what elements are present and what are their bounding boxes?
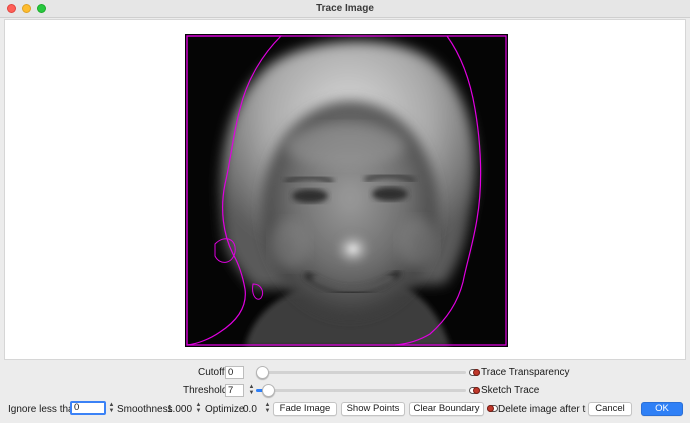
cancel-button[interactable]: Cancel [588, 402, 632, 416]
cutoff-slider-knob[interactable] [256, 366, 269, 379]
traced-portrait-image [185, 34, 508, 347]
delete-image-label: Delete image after trac [498, 404, 586, 415]
ok-button[interactable]: OK [641, 402, 683, 416]
ignore-less-than-stepper-icon[interactable]: ▲ ▼ [108, 402, 115, 415]
sketch-trace-toggle[interactable] [469, 387, 480, 394]
trace-controls-panel: Cutoff 0 Trace Transparency Threshold 7 … [0, 361, 690, 423]
smoothness-stepper-icon[interactable]: ▲ ▼ [195, 402, 202, 415]
toggle-knob-icon [473, 387, 480, 394]
toggle-knob-icon [473, 369, 480, 376]
show-points-button[interactable]: Show Points [341, 402, 405, 416]
toggle-knob-icon [487, 405, 494, 412]
title-bar[interactable]: Trace Image [0, 0, 690, 18]
optimize-stepper-icon[interactable]: ▲ ▼ [264, 402, 271, 415]
window-title: Trace Image [316, 3, 374, 14]
smoothness-label: Smoothness [117, 404, 173, 415]
threshold-field[interactable]: 7 [225, 384, 244, 397]
optimize-label: Optimize [205, 404, 245, 415]
ignore-less-than-label: Ignore less than [8, 404, 80, 415]
cutoff-label: Cutoff [198, 367, 225, 378]
clear-boundary-button[interactable]: Clear Boundary [409, 402, 484, 416]
threshold-slider[interactable] [256, 384, 466, 397]
threshold-slider-track [256, 389, 466, 392]
cutoff-field[interactable]: 0 [225, 366, 244, 379]
sketch-trace-label: Sketch Trace [481, 385, 540, 396]
cutoff-slider[interactable] [256, 366, 466, 379]
delete-image-toggle[interactable] [487, 405, 498, 412]
trace-transparency-label: Trace Transparency [481, 367, 570, 378]
smoothness-value[interactable]: 1.000 [167, 404, 192, 415]
fade-image-button[interactable]: Fade Image [273, 402, 337, 416]
threshold-slider-knob[interactable] [262, 384, 275, 397]
ignore-less-than-field[interactable]: 0 [70, 401, 106, 415]
trace-transparency-toggle[interactable] [469, 369, 480, 376]
optimize-value[interactable]: 0.0 [243, 404, 257, 415]
threshold-stepper-icon[interactable]: ▲ ▼ [248, 384, 255, 397]
cutoff-slider-track [256, 371, 466, 374]
threshold-label: Threshold [183, 385, 228, 396]
